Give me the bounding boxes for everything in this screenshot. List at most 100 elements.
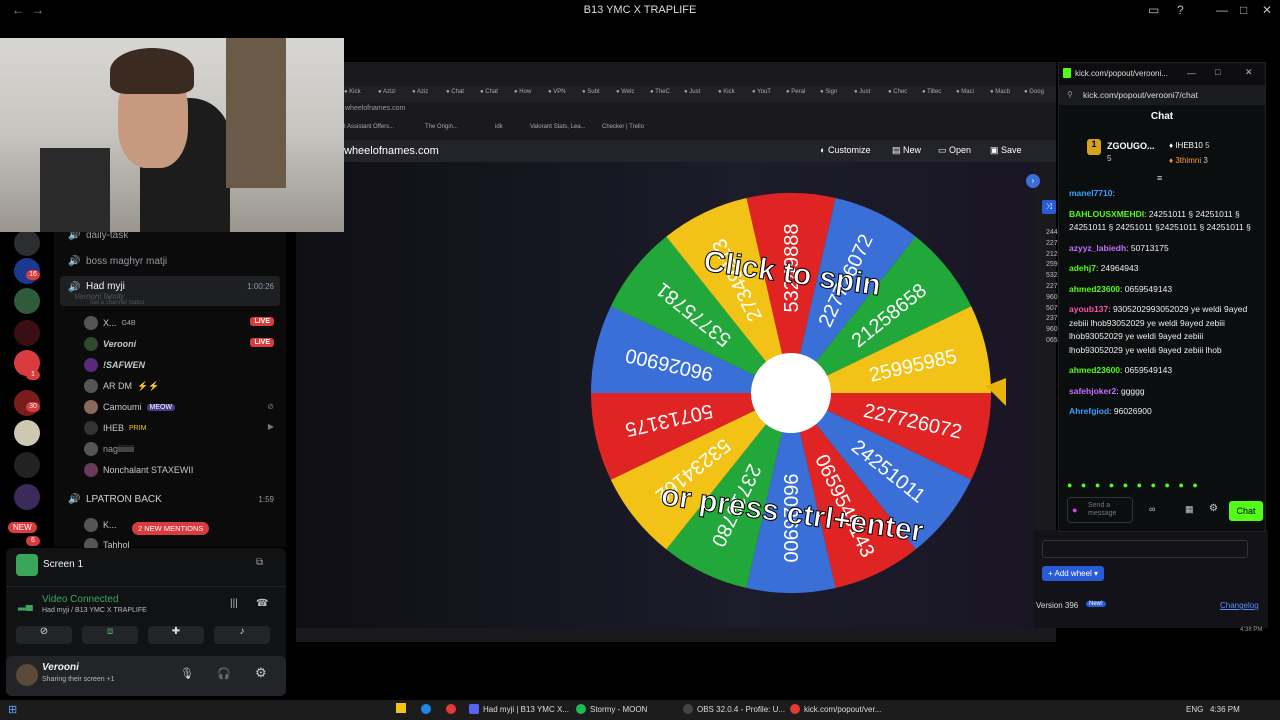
channel-lpatron[interactable]: LPATRON BACK <box>86 494 162 505</box>
browser-tab[interactable]: ● VPN <box>548 89 566 95</box>
headset-icon[interactable]: 🎧 <box>217 667 231 680</box>
new-mentions-button[interactable]: 2 NEW MENTIONS <box>132 522 210 535</box>
browser-tab[interactable]: ● Kick <box>344 89 361 95</box>
taskbar-obs[interactable]: OBS 32.0.4 - Profile: U... <box>683 704 785 714</box>
chat-message[interactable]: adehj7: 24964943 <box>1069 262 1259 276</box>
browser-tab[interactable]: ● Goog <box>1024 89 1044 95</box>
edge-icon[interactable] <box>421 704 431 714</box>
shuffle-icon[interactable]: ⤨ <box>1042 200 1056 214</box>
browser-tab[interactable]: ● TheC <box>650 89 670 95</box>
chat-username[interactable]: manel7710 <box>1069 188 1112 198</box>
browser-tab[interactable]: ● Sign <box>820 89 837 95</box>
language-indicator[interactable]: ENG <box>1186 705 1203 714</box>
chat-input[interactable]: ● Send a message <box>1067 497 1133 523</box>
browser-tab[interactable]: ● Chat <box>480 89 498 95</box>
browser-tab[interactable]: ● Macb <box>990 89 1010 95</box>
inbox-icon[interactable]: ▭ <box>1148 3 1159 17</box>
minimize-icon[interactable]: — <box>1216 3 1228 17</box>
customize-button[interactable]: ◐ Customize <box>820 145 870 155</box>
chat-message[interactable]: safehjoker2: ggggg <box>1069 385 1259 399</box>
voice-user[interactable]: nagiiiiiiii <box>84 442 134 456</box>
disconnect-icon[interactable]: ☎ <box>256 598 268 609</box>
site-title[interactable]: wheelofnames.com <box>344 145 439 157</box>
channel-had-myji-row[interactable]: 🔊 Had myji 1:00:26 Verooni family Set a … <box>60 276 280 306</box>
chrome-icon[interactable] <box>446 704 456 714</box>
mic-icon[interactable]: 🎙 <box>180 667 194 680</box>
chat-username[interactable]: BAHLOUSXMEHDI <box>1069 209 1144 219</box>
collapse-icon[interactable]: › <box>1026 174 1040 188</box>
add-wheel-button[interactable]: + Add wheel ▾ <box>1042 566 1105 581</box>
taskbar-discord[interactable]: Had myji | B13 YMC X... <box>469 704 569 714</box>
browser-tab[interactable]: ● Tiltec <box>922 89 941 95</box>
chat-message[interactable]: ayoub137: 9305202993052029 ye weldi 9aye… <box>1069 303 1259 357</box>
voice-user[interactable]: AR DM ⚡⚡ <box>84 379 159 393</box>
browser-url[interactable]: wheelofnames.com <box>345 105 405 112</box>
bookmark-item[interactable]: AI Assistant Offers... <box>340 124 394 130</box>
browser-tab[interactable]: ● Aziz <box>412 89 428 95</box>
voice-user[interactable]: X... G4B <box>84 316 136 330</box>
browser-tab[interactable]: ● Chat <box>446 89 464 95</box>
chat-address[interactable]: kick.com/popout/verooni7/chat <box>1083 90 1198 100</box>
new-badge[interactable]: NEW <box>8 522 37 533</box>
new-button[interactable]: ▤ New <box>892 145 921 156</box>
activities-button[interactable]: ✚ <box>148 626 204 644</box>
voice-user[interactable]: Nonchalant STAXEWII <box>84 463 193 477</box>
maximize-icon[interactable]: □ <box>1240 3 1247 17</box>
file-explorer-icon[interactable] <box>396 703 406 713</box>
server-icon[interactable] <box>14 320 40 346</box>
site-info-icon[interactable]: ⚲ <box>1067 90 1073 99</box>
server-icon[interactable] <box>14 420 40 446</box>
avatar[interactable] <box>16 664 38 686</box>
chat-message[interactable]: manel7710: <box>1069 187 1259 201</box>
voice-channel[interactable]: Had myji / B13 YMC X TRAPLIFE <box>42 607 147 614</box>
changelog-link[interactable]: Changelog <box>1220 601 1259 610</box>
close-icon[interactable]: ✕ <box>1262 3 1272 17</box>
browser-tab[interactable]: ● Subt <box>582 89 600 95</box>
browser-tab[interactable]: ● Just <box>684 89 700 95</box>
chat-message[interactable]: ahmed23600: 0659549143 <box>1069 364 1259 378</box>
popout-icon[interactable]: ⧉ <box>256 557 263 568</box>
noise-suppression-icon[interactable]: ||| <box>230 598 238 609</box>
chat-username[interactable]: ahmed23600 <box>1069 284 1120 294</box>
server-icon[interactable] <box>14 230 40 256</box>
bookmark-item[interactable]: Valorant Stats, Lea... <box>530 124 586 130</box>
chat-send-button[interactable]: Chat <box>1229 501 1263 521</box>
settings-gear-icon[interactable]: ⚙ <box>255 665 267 681</box>
filter-icon[interactable]: ≡ <box>1157 173 1162 183</box>
browser-tab[interactable]: ● Welc <box>616 89 635 95</box>
browser-tab[interactable]: ● Chec <box>888 89 907 95</box>
gifter-3[interactable]: ♦ 3thimni 3 <box>1169 156 1208 165</box>
chat-username[interactable]: ahmed23600 <box>1069 365 1120 375</box>
server-icon[interactable] <box>14 288 40 314</box>
bookmark-item[interactable]: Checker | Trello <box>602 124 644 130</box>
taskbar-spotify[interactable]: Stormy - MOON <box>576 704 647 714</box>
help-icon[interactable]: ? <box>1177 3 1184 17</box>
screen-share-button[interactable]: ⧈ <box>82 626 138 644</box>
gift-icon[interactable]: ▦ <box>1185 504 1194 515</box>
server-icon[interactable] <box>14 484 40 510</box>
settings-gear-icon[interactable]: ⚙ <box>1209 503 1218 514</box>
chat-message[interactable]: ahmed23600: 0659549143 <box>1069 283 1259 297</box>
maximize-icon[interactable]: □ <box>1215 67 1220 77</box>
server-icon[interactable] <box>14 452 40 478</box>
voice-user[interactable]: K... <box>84 518 117 532</box>
mic-icon[interactable]: ● <box>1072 505 1077 515</box>
chat-message[interactable]: azyyz_labiedh: 50713175 <box>1069 242 1259 256</box>
wheel-svg[interactable]: 53249888 22772607221258658259959852277260… <box>586 188 1006 598</box>
browser-tab[interactable]: ● Azizi <box>378 89 396 95</box>
voice-status[interactable]: Video Connected <box>42 594 119 605</box>
voice-user[interactable]: Camoumi MEOW <box>84 400 176 414</box>
browser-tab[interactable]: ● Peral <box>786 89 805 95</box>
channel-had-myji[interactable]: Had myji <box>86 281 125 292</box>
save-button[interactable]: ▣ Save <box>990 145 1022 156</box>
wheel-center[interactable] <box>751 353 831 433</box>
gifter-2[interactable]: ♦ IHEB10 5 <box>1169 141 1210 150</box>
browser-tab[interactable]: ● Kick <box>718 89 735 95</box>
voice-user[interactable]: Verooni <box>84 337 136 351</box>
chat-username[interactable]: adehj7 <box>1069 263 1096 273</box>
minimize-icon[interactable]: — <box>1187 68 1196 78</box>
browser-tab[interactable]: ● Maci <box>956 89 974 95</box>
taskbar-clock[interactable]: 4:36 PM <box>1210 705 1240 714</box>
browser-tab[interactable]: ● YouT <box>752 89 771 95</box>
close-icon[interactable]: ✕ <box>1245 67 1253 78</box>
